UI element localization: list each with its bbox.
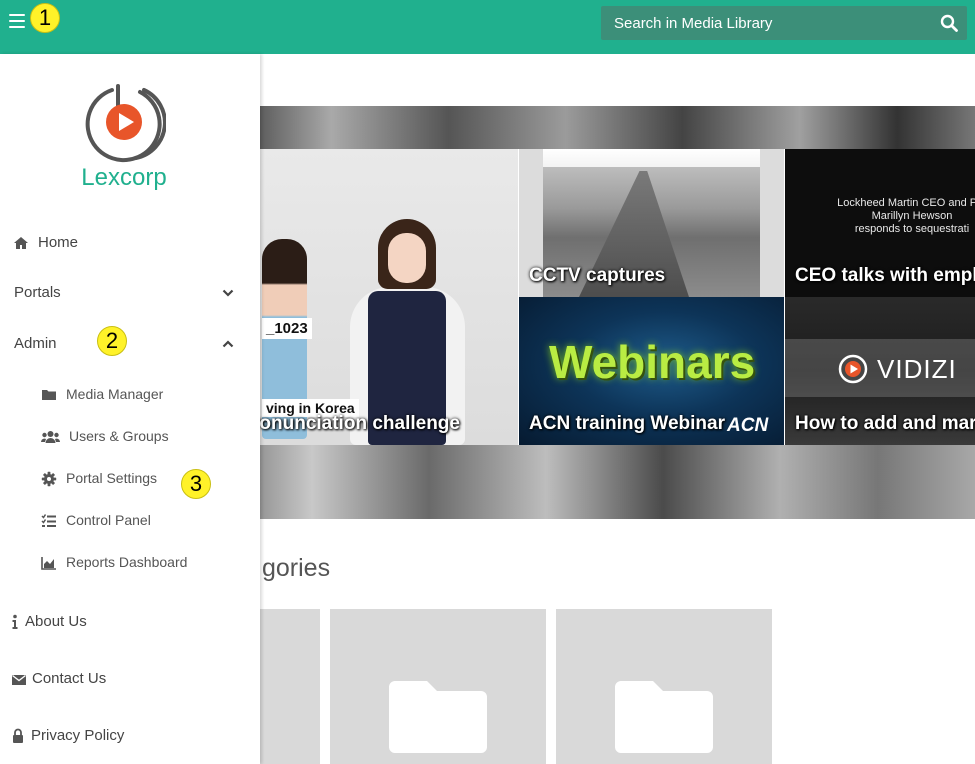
search-icon[interactable] [940, 14, 958, 32]
featured-tile-vidizi[interactable]: VIDIZI How to add and mar [785, 297, 975, 445]
category-card[interactable] [330, 609, 546, 764]
vidizi-logo-text: VIDIZI [877, 354, 957, 384]
folder-icon [42, 390, 56, 400]
brand-name: Lexcorp [81, 164, 167, 191]
folder-icon [615, 681, 713, 753]
sidebar-item-label: Home [38, 234, 79, 251]
lock-icon [13, 728, 23, 743]
sidebar-item-label: Admin [14, 335, 57, 352]
vidizi-logo-icon [838, 354, 868, 384]
category-card[interactable] [556, 609, 772, 764]
info-icon [12, 614, 18, 629]
chevron-up-icon [222, 340, 234, 348]
folder-icon [389, 681, 487, 753]
callout-3: 3 [181, 469, 211, 499]
sidebar-item-control-panel[interactable]: Control Panel [0, 504, 260, 538]
thumbnail-overlay-text: _1023 [262, 318, 312, 339]
chevron-down-icon [222, 289, 234, 297]
area-chart-icon [41, 557, 56, 570]
sidebar-item-about-us[interactable]: About Us [0, 605, 260, 639]
tile-title: ronunciation challenge [252, 413, 460, 434]
sidebar-item-label: About Us [25, 613, 87, 630]
featured-tile-ceo[interactable]: Lockheed Martin CEO and Pre Marillyn Hew… [785, 149, 975, 297]
envelope-icon [12, 674, 26, 685]
gear-icon [41, 471, 57, 487]
sidebar-item-label: Contact Us [32, 670, 107, 687]
callout-1: 1 [30, 3, 60, 33]
top-bar [0, 0, 975, 54]
sidebar-item-reports-dashboard[interactable]: Reports Dashboard [0, 546, 260, 580]
video-thumbnail-person [350, 219, 465, 445]
sidebar-item-portals[interactable]: Portals [0, 276, 260, 310]
sidebar-item-media-manager[interactable]: Media Manager [0, 378, 260, 412]
sidebar-item-home[interactable]: Home [0, 226, 260, 260]
sidebar-item-label: Reports Dashboard [66, 554, 188, 570]
sidebar-item-label: Users & Groups [69, 428, 169, 444]
sidebar-item-contact-us[interactable]: Contact Us [0, 662, 260, 696]
hamburger-icon[interactable] [9, 14, 25, 28]
categories-heading: gories [262, 554, 331, 582]
thumbnail-slide-text: Lockheed Martin CEO and Pre Marillyn Hew… [837, 197, 975, 235]
tile-title: CCTV captures [529, 265, 666, 286]
users-icon [41, 431, 60, 443]
callout-2: 2 [97, 326, 127, 356]
sidebar-item-portal-settings[interactable]: Portal Settings [0, 462, 260, 496]
search-input[interactable] [601, 6, 921, 40]
sidebar-item-label: Control Panel [66, 512, 151, 528]
thumbnail-art-text: Webinars [549, 336, 756, 388]
sidebar: Lexcorp Home Portals Admin Media Manager [0, 54, 260, 764]
sidebar-item-admin[interactable]: Admin [0, 327, 260, 361]
search-box [601, 6, 967, 40]
acn-logo: ACN [727, 415, 769, 436]
sidebar-item-label: Portal Settings [66, 470, 158, 486]
brand-logo-icon[interactable] [82, 80, 166, 164]
home-icon [14, 237, 28, 249]
sidebar-item-privacy-policy[interactable]: Privacy Policy [0, 719, 260, 753]
tile-title: How to add and mar [795, 413, 975, 434]
featured-tile-webinar[interactable]: Webinars ACN training Webinar ACN [519, 297, 784, 445]
sidebar-item-label: Portals [14, 284, 61, 301]
sidebar-item-users-groups[interactable]: Users & Groups [0, 420, 260, 454]
sidebar-item-label: Media Manager [66, 386, 164, 402]
list-check-icon [41, 514, 56, 527]
featured-tile-cctv[interactable]: CCTV captures [519, 149, 784, 297]
sidebar-item-label: Privacy Policy [31, 727, 125, 744]
tile-title: CEO talks with empl [795, 265, 975, 286]
tile-title: ACN training Webinar [529, 413, 725, 434]
